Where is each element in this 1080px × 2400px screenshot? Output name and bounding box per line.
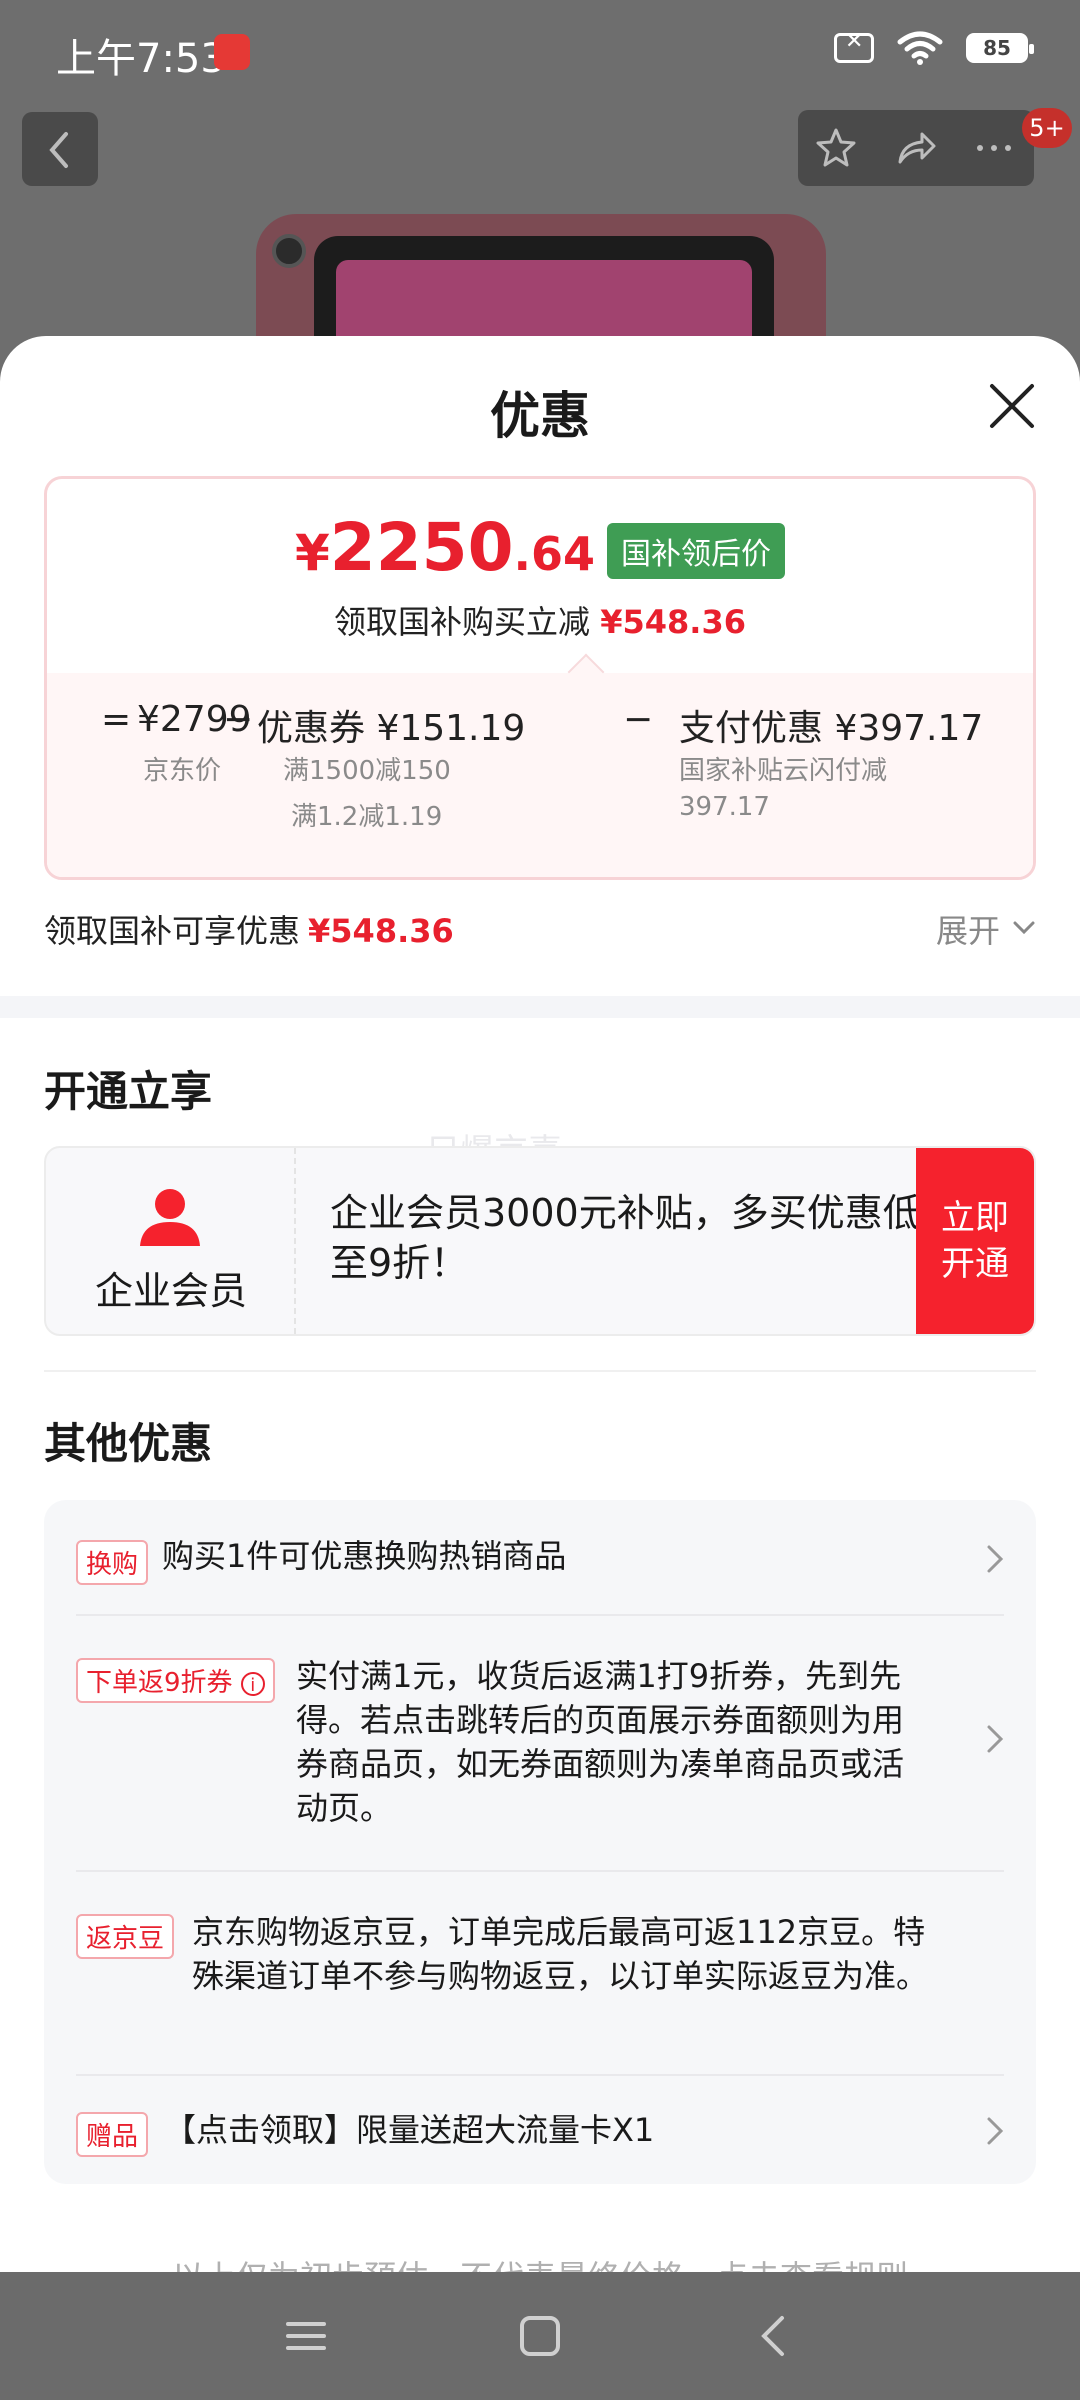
offer-text: 【点击领取】限量送超大流量卡X1 [164,2111,655,2149]
final-price: ¥2250.64 [295,509,595,586]
subsidy-summary: 领取国补可享优惠 ¥548.36 [44,912,454,950]
notification-badge: 5+ [1022,108,1072,148]
offer-tag: 返京豆 [76,1914,175,1959]
chevron-down-icon[interactable] [1012,918,1036,938]
open-section-title: 开通立享 [44,1067,213,1116]
open-now-button[interactable]: 立即开通 [916,1148,1034,1334]
top-actions [798,110,1034,186]
chevron-left-icon [49,132,68,168]
coupon-note: 满1500减150 [283,756,451,786]
price-breakdown: = ¥2799 京东价 − 优惠券 ¥151.19 满1500减150 满1.2… [47,673,1033,877]
app-notification-icon [214,34,250,70]
chevron-right-icon [987,2117,1004,2145]
price-card: ¥2250.64 国补领后价 领取国补购买立减 ¥548.36 = ¥2799 … [44,476,1036,880]
no-sim-icon [834,29,874,63]
expand-button[interactable]: 展开 [936,906,1000,952]
offer-tag: 下单返9折券 i [76,1658,275,1703]
member-name: 企业会员 [94,1269,247,1313]
chevron-right-icon [987,1725,1004,1753]
status-time: 上午7:53 [56,36,226,82]
offer-text: 京东购物返京豆，订单完成后最高可返112京豆。特殊渠道订单不参与购物返豆，以订单… [192,1913,929,1995]
offer-text: 实付满1元，收货后返满1打9折券，先到先得。若点击跳转后的页面展示券面额则为用券… [296,1657,905,1827]
menu-icon[interactable] [284,2314,328,2358]
offer-tag: 换购 [76,1540,149,1585]
minus-sign: − [223,699,254,740]
status-bar: 上午7:53 85 [0,0,1080,100]
share-icon[interactable] [894,126,938,170]
star-icon[interactable] [814,126,858,170]
chevron-right-icon [987,1545,1004,1573]
subsidy-price-tag: 国补领后价 [607,523,785,579]
camera-icon [272,234,306,268]
coupon-note: 满1.2减1.19 [291,802,443,832]
info-icon[interactable]: i [240,1672,265,1696]
coupon-discount: 优惠券 ¥151.19 [257,708,526,749]
other-offers-list: 换购 购买1件可优惠换购热销商品 下单返9折券 i 实付满1元，收货后返满1打9… [44,1500,1036,2184]
sheet-title: 优惠 [490,387,590,445]
person-icon [140,1189,200,1246]
system-nav-bar [0,2272,1080,2400]
payment-note: 397.17 [679,792,770,822]
equals-sign: = [101,699,132,740]
member-left: 企业会员 [46,1148,296,1334]
close-icon[interactable] [986,380,1038,432]
minus-sign: − [623,699,654,740]
home-icon[interactable] [518,2314,562,2358]
enterprise-member-card[interactable]: 企业会员 企业会员3000元补贴，多买优惠低至9折！ 立即开通 [44,1146,1036,1336]
payment-discount: 支付优惠 ¥397.17 [679,708,984,749]
instant-discount: 领取国补购买立减 ¥548.36 [334,603,746,641]
other-section-title: 其他优惠 [44,1419,213,1468]
offer-tag: 赠品 [76,2112,149,2157]
battery-icon: 85 [966,33,1034,63]
back-icon[interactable] [752,2314,796,2358]
list-item[interactable]: 赠品 【点击领取】限量送超大流量卡X1 [76,2108,1006,2180]
section-divider [0,996,1080,1018]
divider [44,1370,1036,1372]
list-item[interactable]: 返京豆 京东购物返京豆，订单完成后最高可返112京豆。特殊渠道订单不参与购物返豆… [76,1910,1006,2060]
more-icon[interactable] [972,126,1016,170]
offer-text: 购买1件可优惠换购热销商品 [162,1537,567,1575]
rules-hint[interactable]: 以上仅为初步预估，不代表最终价格，点击查看规则 [0,2252,1080,2272]
list-item[interactable]: 下单返9折券 i 实付满1元，收货后返满1打9折券，先到先得。若点击跳转后的页面… [76,1654,1006,1844]
list-item[interactable]: 换购 购买1件可优惠换购热销商品 [76,1534,1006,1606]
jd-price-label: 京东价 [143,756,222,786]
back-button[interactable] [22,112,98,186]
wifi-icon [897,31,943,65]
discount-sheet: 优惠 ¥2250.64 国补领后价 领取国补购买立减 ¥548.36 = ¥27… [0,336,1080,2272]
member-description: 企业会员3000元补贴，多买优惠低至9折！ [330,1191,921,1285]
